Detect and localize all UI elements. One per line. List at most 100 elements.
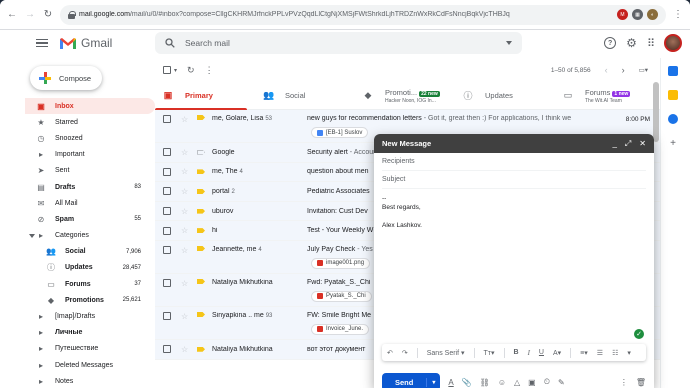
important-marker-icon[interactable]: [197, 278, 205, 284]
apps-grid-icon[interactable]: ⠿: [647, 37, 655, 50]
select-all-checkbox[interactable]: [163, 66, 171, 74]
star-icon[interactable]: ☆: [181, 148, 189, 157]
sidebar-item-social[interactable]: 👥 Social 7,906: [25, 244, 155, 260]
attachment-chip[interactable]: image001.png: [311, 257, 371, 269]
star-icon[interactable]: ☆: [181, 226, 189, 235]
fullscreen-icon[interactable]: ⤢: [625, 139, 631, 149]
row-checkbox[interactable]: [163, 345, 171, 354]
sidebar-item-important[interactable]: ▸ Important: [25, 147, 155, 163]
close-icon[interactable]: ✕: [639, 139, 646, 149]
sidebar-item-starred[interactable]: ★ Starred: [25, 114, 155, 130]
sidebar-item-promotions[interactable]: ◆ Promotions 25,621: [25, 292, 155, 308]
sidebar-item-путешествие[interactable]: ▸ Путешествие: [25, 341, 155, 357]
sidebar-item-личные[interactable]: ▸ Личные: [25, 325, 155, 341]
emoji-icon[interactable]: ☺: [498, 378, 506, 387]
drive-icon[interactable]: △: [514, 378, 520, 387]
star-icon[interactable]: ☆: [181, 187, 189, 196]
underline-icon[interactable]: U: [539, 349, 544, 356]
tasks-icon[interactable]: [668, 114, 678, 124]
row-checkbox[interactable]: [163, 245, 171, 254]
sidebar-item-deleted-messages[interactable]: ▸ Deleted Messages: [25, 357, 155, 373]
sidebar-item-forums[interactable]: ▭ Forums 37: [25, 276, 155, 292]
select-dropdown-icon[interactable]: ▾: [174, 67, 177, 74]
row-checkbox[interactable]: [163, 311, 171, 320]
prev-page-icon[interactable]: ‹: [605, 65, 608, 75]
calendar-icon[interactable]: [668, 66, 678, 76]
refresh-icon[interactable]: ↻: [187, 65, 195, 76]
input-tools-icon[interactable]: ▭▾: [639, 66, 648, 74]
tab-social[interactable]: 👥 Social: [255, 82, 355, 109]
address-bar[interactable]: mail.google.com/mail/u/0/#inbox?compose=…: [60, 4, 666, 25]
reload-icon[interactable]: ↻: [42, 9, 54, 21]
align-icon[interactable]: ≡▾: [580, 349, 588, 357]
text-color-icon[interactable]: A▾: [553, 349, 561, 357]
undo-icon[interactable]: ↶: [387, 349, 393, 357]
italic-icon[interactable]: I: [528, 349, 530, 357]
tab-updates[interactable]: ⓘ Updates: [455, 82, 555, 109]
sidebar-item--imap-drafts[interactable]: ▸ [Imap]/Drafts: [25, 308, 155, 324]
row-checkbox[interactable]: [163, 148, 171, 157]
more-options-icon[interactable]: ⋮: [620, 378, 628, 387]
row-checkbox[interactable]: [163, 207, 171, 216]
important-marker-icon[interactable]: [197, 311, 205, 317]
recipients-field[interactable]: Recipients: [382, 153, 646, 171]
confidential-icon[interactable]: ⏲: [544, 377, 550, 387]
star-icon[interactable]: ☆: [181, 207, 189, 216]
star-icon[interactable]: ☆: [181, 345, 189, 354]
sidebar-item-updates[interactable]: ⓘ Updates 28,457: [25, 260, 155, 276]
important-marker-icon[interactable]: [197, 149, 205, 155]
trash-icon[interactable]: 🗑: [636, 378, 646, 387]
important-marker-icon[interactable]: [197, 228, 205, 234]
sidebar-item-all-mail[interactable]: ✉ All Mail: [25, 195, 155, 211]
add-addon-icon[interactable]: +: [670, 138, 676, 149]
important-marker-icon[interactable]: [197, 169, 205, 175]
row-checkbox[interactable]: [163, 115, 171, 123]
search-input[interactable]: Search mail: [185, 38, 496, 48]
font-select[interactable]: Sans Serif ▾: [427, 349, 465, 357]
star-icon[interactable]: ☆: [181, 312, 189, 321]
important-marker-icon[interactable]: [197, 346, 205, 352]
tab-primary[interactable]: ▣ Primary: [155, 82, 255, 110]
more-vert-icon[interactable]: ⋮: [205, 65, 214, 76]
tab-forums[interactable]: ▭ Forums 1 new The Wit.AI Team: [555, 82, 655, 109]
search-options-icon[interactable]: [506, 41, 512, 45]
expand-icon[interactable]: [29, 233, 35, 238]
extension-icon[interactable]: ▦: [632, 9, 643, 20]
star-icon[interactable]: ☆: [181, 279, 189, 288]
search-bar[interactable]: Search mail: [155, 32, 522, 54]
minimize-icon[interactable]: _: [612, 139, 616, 149]
signature-icon[interactable]: ✎: [558, 378, 565, 387]
sidebar-item-spam[interactable]: ⊘ Spam 55: [25, 211, 155, 227]
important-marker-icon[interactable]: [197, 208, 205, 214]
star-icon[interactable]: ☆: [181, 167, 189, 176]
schedule-send-icon[interactable]: ▾: [427, 379, 440, 386]
sidebar-item-categories[interactable]: ▸ Categories: [25, 228, 155, 244]
important-marker-icon[interactable]: [197, 245, 205, 251]
format-text-icon[interactable]: A: [448, 378, 453, 387]
important-marker-icon[interactable]: [197, 188, 205, 194]
sidebar-item-inbox[interactable]: ▣ Inbox: [25, 98, 155, 115]
menu-icon[interactable]: [36, 38, 48, 48]
star-icon[interactable]: ☆: [181, 246, 189, 255]
row-checkbox[interactable]: [163, 187, 171, 196]
redo-icon[interactable]: ↷: [402, 349, 408, 357]
account-avatar[interactable]: [664, 34, 682, 52]
bulleted-list-icon[interactable]: ☷: [612, 349, 618, 357]
numbered-list-icon[interactable]: ☰: [597, 349, 603, 357]
attachment-chip[interactable]: Invoice_June.: [311, 323, 370, 335]
send-button[interactable]: Send ▾: [382, 373, 441, 388]
settings-gear-icon[interactable]: ⚙: [626, 36, 637, 50]
more-formatting-icon[interactable]: ▾: [627, 349, 631, 357]
tab-promoti[interactable]: ◆ Promoti... 22 new Hacker Noon, IOG In...: [355, 82, 455, 109]
bold-icon[interactable]: B: [514, 349, 519, 356]
star-icon[interactable]: ☆: [181, 115, 189, 124]
attach-icon[interactable]: 📎: [462, 378, 472, 387]
sidebar-item-notes[interactable]: ▸ Notes: [25, 373, 155, 388]
next-page-icon[interactable]: ›: [622, 65, 625, 75]
row-checkbox[interactable]: [163, 167, 171, 176]
extension-icon[interactable]: M: [617, 9, 628, 20]
keep-icon[interactable]: [668, 90, 678, 100]
search-icon[interactable]: [165, 38, 175, 48]
message-body[interactable]: -- Best regards, Alex Lashkov.: [374, 189, 654, 239]
row-checkbox[interactable]: [163, 226, 171, 235]
